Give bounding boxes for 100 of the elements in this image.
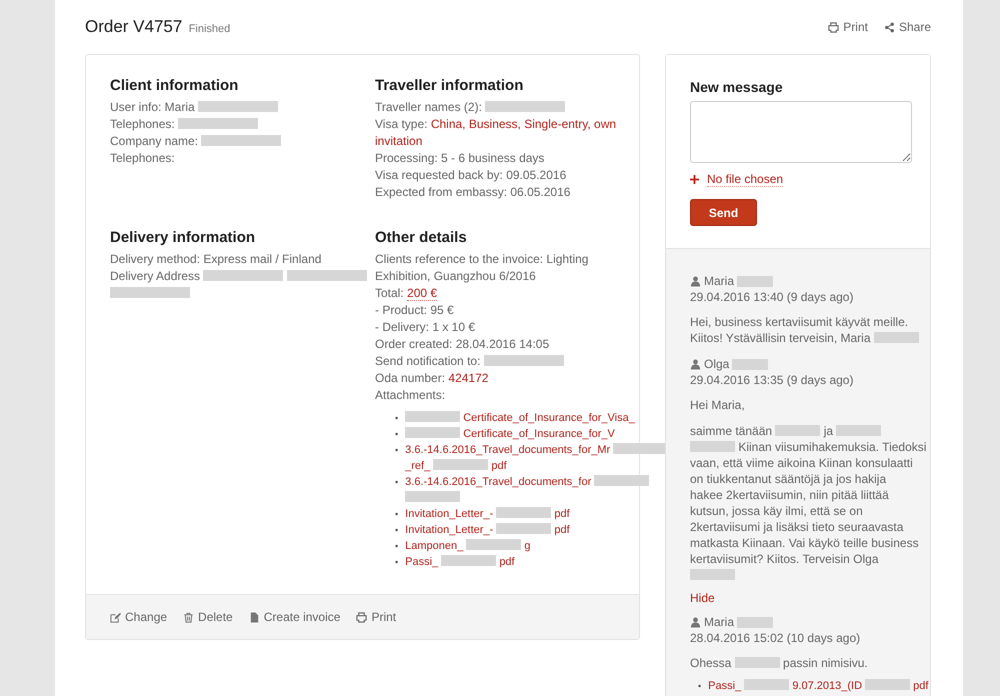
message-field[interactable]: [690, 101, 912, 163]
detail-text: Send notification to:: [375, 354, 480, 368]
message-text: 2kertaviisumi ja lisäksi tieto seuraavasta: [690, 520, 904, 534]
print-icon: [356, 612, 368, 622]
message-text: Hei, business kertaviisumit käyvät meille.: [690, 315, 908, 329]
redaction-bar: [775, 425, 820, 436]
detail-text: Clients reference to the invoice: Lighting: [375, 252, 588, 266]
message-text: ja: [824, 424, 834, 438]
change-link[interactable]: Change: [110, 610, 168, 624]
redaction-bar: [441, 555, 496, 566]
link[interactable]: Lamponen_: [405, 540, 464, 552]
detail-text: Traveller names (2):: [375, 100, 482, 114]
redaction-bar: [836, 425, 882, 436]
message-date: 29.04.2016 13:35 (9 days ago): [690, 372, 854, 388]
author-name: Maria: [704, 273, 734, 289]
detail-text: Total:: [375, 286, 404, 300]
total-price: 200 €: [407, 286, 438, 301]
redaction-bar: [690, 569, 735, 580]
message-text: Hei Maria,: [690, 398, 745, 412]
message-text: Kiinan viisumihakemuksia. Tiedoksi: [738, 440, 926, 454]
link[interactable]: Invitation_Letter_-: [405, 508, 494, 520]
redaction-bar: [865, 679, 910, 690]
bullet: •: [395, 428, 398, 441]
print-link[interactable]: Print: [356, 610, 396, 624]
bullet: •: [395, 508, 398, 521]
message-text: Ohessa: [690, 656, 732, 670]
detail-text: Order created: 28.04.2016 14:05: [375, 337, 550, 351]
link[interactable]: Certificate_of_Insurance_for_V: [463, 428, 615, 440]
section-heading: Client information: [110, 77, 240, 94]
message-text: matkasta Kiinaan. Vai käykö teille business: [690, 536, 919, 550]
file-chooser-link[interactable]: No file chosen: [707, 172, 784, 187]
link[interactable]: 424172: [448, 371, 488, 385]
detail-text: Processing: 5 - 6 business days: [375, 151, 544, 165]
redaction-bar: [732, 358, 768, 370]
redaction-bar: [874, 332, 919, 343]
link[interactable]: invitation: [375, 134, 422, 148]
user-icon: [690, 276, 701, 286]
redaction-bar: [405, 427, 460, 438]
share-link[interactable]: Share: [884, 20, 931, 34]
bullet: •: [395, 524, 398, 537]
detail-text: Attachments:: [375, 388, 446, 402]
link[interactable]: pdf: [913, 680, 928, 692]
hide-link[interactable]: Hide: [690, 591, 910, 605]
redaction-bar: [744, 679, 790, 690]
message-text: hakee 2kertaviisumin, niin pitää liittää: [690, 488, 889, 502]
detail-text: Telephones:: [110, 151, 175, 165]
link[interactable]: pdf: [554, 508, 570, 520]
user-icon: [690, 616, 701, 628]
link[interactable]: Certificate_of_Insurance_for_Visa_: [463, 412, 635, 424]
link[interactable]: pdf: [491, 460, 507, 472]
detail-text: Telephones:: [110, 117, 175, 131]
message-text: Kiitos! Ystävällisin terveisin, Maria: [690, 331, 871, 345]
detail-text: Delivery Address: [110, 269, 200, 283]
bullet: •: [395, 476, 398, 489]
message-text: kutsun, jossa käy ilmi, että se on: [690, 504, 863, 518]
delete-link[interactable]: Delete: [183, 610, 233, 624]
redaction-bar: [734, 657, 780, 668]
redaction-bar: [405, 411, 460, 422]
detail-text: Delivery method: Express mail / Finland: [110, 252, 322, 266]
redaction-bar: [690, 441, 735, 452]
order-title: Order V4757: [85, 17, 182, 36]
order-status: Finished: [188, 23, 230, 35]
panel-heading: New message: [690, 79, 784, 95]
message-text: passin nimisivu.: [783, 656, 868, 670]
message-date: 29.04.2016 13:40 (9 days ago): [690, 289, 854, 305]
trash-icon: [183, 612, 194, 622]
share-icon: [884, 22, 895, 32]
link[interactable]: pdf: [499, 556, 515, 568]
link[interactable]: Passi_: [708, 680, 742, 692]
link[interactable]: 9.07.2013_(ID: [792, 680, 862, 692]
redaction-bar: [737, 616, 774, 628]
author-name: Maria: [704, 614, 734, 630]
link[interactable]: _ref_: [405, 460, 430, 472]
redaction-bar: [496, 523, 552, 534]
link[interactable]: 3.6.-14.6.2016_Travel_documents_for_Mr: [405, 444, 610, 456]
message-date: 28.04.2016 15:02 (10 days ago): [690, 630, 862, 646]
section-heading: Delivery information: [110, 229, 256, 246]
redaction-bar: [466, 539, 522, 550]
send-button[interactable]: Send: [690, 199, 757, 226]
bullet: •: [395, 444, 398, 457]
bullet: •: [395, 540, 398, 553]
link[interactable]: China, Business, Single-entry, own: [430, 117, 616, 131]
link[interactable]: g: [524, 540, 531, 552]
section-heading: Traveller information: [375, 77, 524, 94]
link[interactable]: 3.6.-14.6.2016_Travel_documents_for: [405, 476, 592, 488]
create-invoice-link[interactable]: Create invoice: [248, 610, 340, 624]
author-name: Olga: [704, 356, 730, 372]
detail-text: Exhibition, Guangzhou 6/2016: [375, 269, 536, 283]
link[interactable]: Passi_: [405, 556, 438, 568]
detail-text: Oda number:: [375, 371, 446, 385]
bullet: •: [698, 680, 702, 693]
bullet: •: [395, 556, 398, 569]
redaction-bar: [433, 459, 488, 470]
link[interactable]: Invitation_Letter_-: [405, 524, 494, 536]
document-icon: [248, 612, 260, 622]
user-icon: [690, 358, 701, 370]
print-link[interactable]: Print: [828, 20, 868, 34]
plus-icon: [690, 175, 699, 184]
pencil-icon: [110, 612, 121, 622]
link[interactable]: pdf: [554, 524, 570, 536]
